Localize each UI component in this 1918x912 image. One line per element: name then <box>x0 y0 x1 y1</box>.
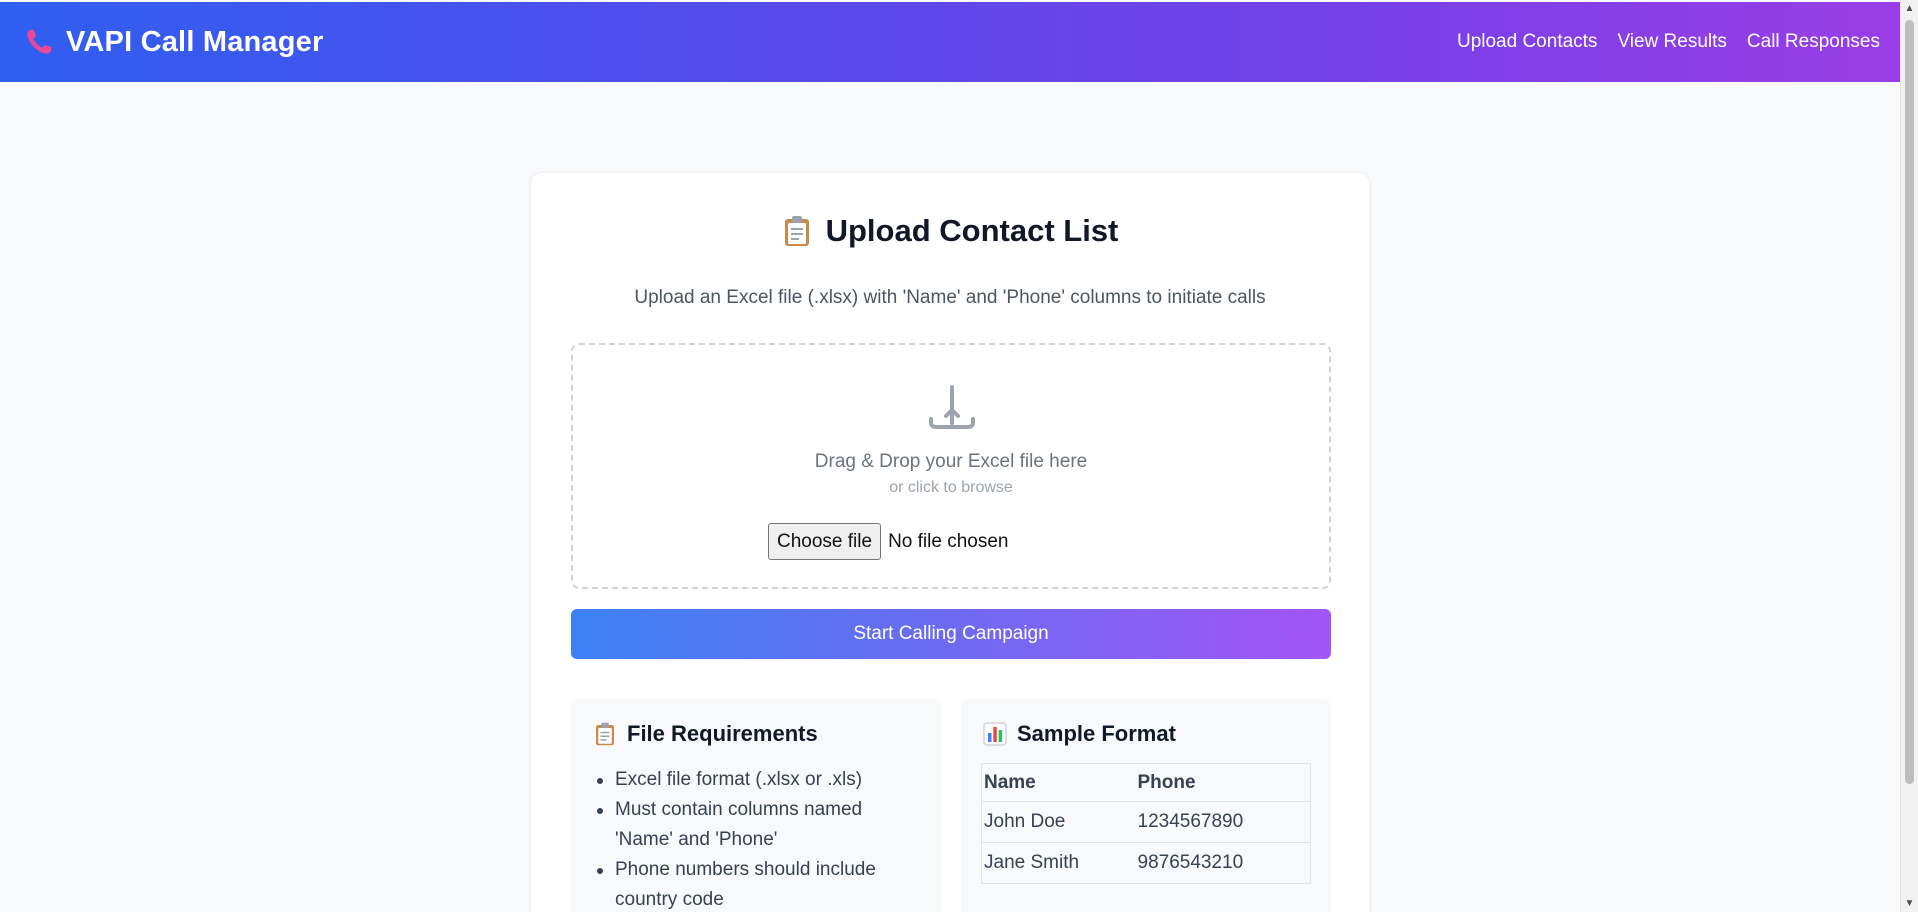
dropzone-primary-text: Drag & Drop your Excel file here <box>814 451 1088 472</box>
dropzone-secondary-text: or click to browse <box>889 479 1013 496</box>
requirements-title: File Requirements <box>627 721 818 746</box>
table-row: Jane Smith 9876543210 <box>981 842 1311 884</box>
nav-call-responses[interactable]: Call Responses <box>1747 31 1880 53</box>
scroll-up-arrow-icon[interactable]: ▲ <box>1901 0 1918 17</box>
scroll-down-arrow-icon[interactable]: ▼ <box>1901 895 1918 912</box>
table-cell: Jane Smith <box>981 842 1136 884</box>
brand[interactable]: VAPI Call Manager <box>22 25 324 59</box>
nav-view-results[interactable]: View Results <box>1617 31 1726 53</box>
column-header-name: Name <box>981 763 1136 802</box>
sample-table: Name Phone John Doe 1234567890 Jane Smit… <box>981 763 1311 884</box>
column-header-phone: Phone <box>1135 763 1311 802</box>
file-status: No file chosen <box>888 530 1009 552</box>
table-header-row: Name Phone <box>981 763 1311 802</box>
list-item: Excel file format (.xlsx or .xls) <box>593 765 923 795</box>
start-campaign-button[interactable]: Start Calling Campaign <box>571 609 1331 659</box>
file-dropzone[interactable]: Drag & Drop your Excel file here or clic… <box>571 343 1331 589</box>
file-requirements-panel: File Requirements Excel file format (.xl… <box>571 699 941 912</box>
file-input[interactable]: Choose file No file chosen <box>768 523 1008 560</box>
phone-icon <box>22 25 56 59</box>
sample-format-panel: Sample Format Name Phone John Doe 123456… <box>961 699 1331 912</box>
choose-file-button[interactable]: Choose file <box>768 523 882 560</box>
scroll-thumb[interactable] <box>1905 20 1914 784</box>
card-subtitle: Upload an Excel file (.xlsx) with 'Name'… <box>634 287 1266 308</box>
table-cell: 9876543210 <box>1135 842 1311 884</box>
sample-title: Sample Format <box>1017 721 1176 746</box>
main-nav: Upload Contacts View Results Call Respon… <box>1457 31 1880 53</box>
vertical-scrollbar[interactable]: ▲ ▼ <box>1900 0 1918 912</box>
clipboard-icon <box>782 215 812 247</box>
table-cell: 1234567890 <box>1135 801 1311 843</box>
upload-icon <box>928 383 976 433</box>
bar-chart-icon <box>983 722 1007 746</box>
sample-header: Sample Format <box>983 721 1176 747</box>
upload-card: Upload Contact List Upload an Excel file… <box>530 172 1370 912</box>
app-page: VAPI Call Manager Upload Contacts View R… <box>0 0 1918 912</box>
nav-upload-contacts[interactable]: Upload Contacts <box>1457 31 1597 53</box>
list-item: Must contain columns named 'Name' and 'P… <box>593 795 923 855</box>
top-navbar: VAPI Call Manager Upload Contacts View R… <box>0 2 1900 82</box>
table-row: John Doe 1234567890 <box>981 801 1311 843</box>
table-cell: John Doe <box>981 801 1136 843</box>
card-title: Upload Contact List <box>825 213 1119 248</box>
list-item: Phone numbers should include country cod… <box>593 855 923 912</box>
app-title: VAPI Call Manager <box>66 25 324 58</box>
requirements-list: Excel file format (.xlsx or .xls) Must c… <box>593 765 923 912</box>
requirements-header: File Requirements <box>593 721 818 747</box>
page-title: Upload Contact List <box>531 213 1369 249</box>
clipboard-icon <box>593 722 617 746</box>
